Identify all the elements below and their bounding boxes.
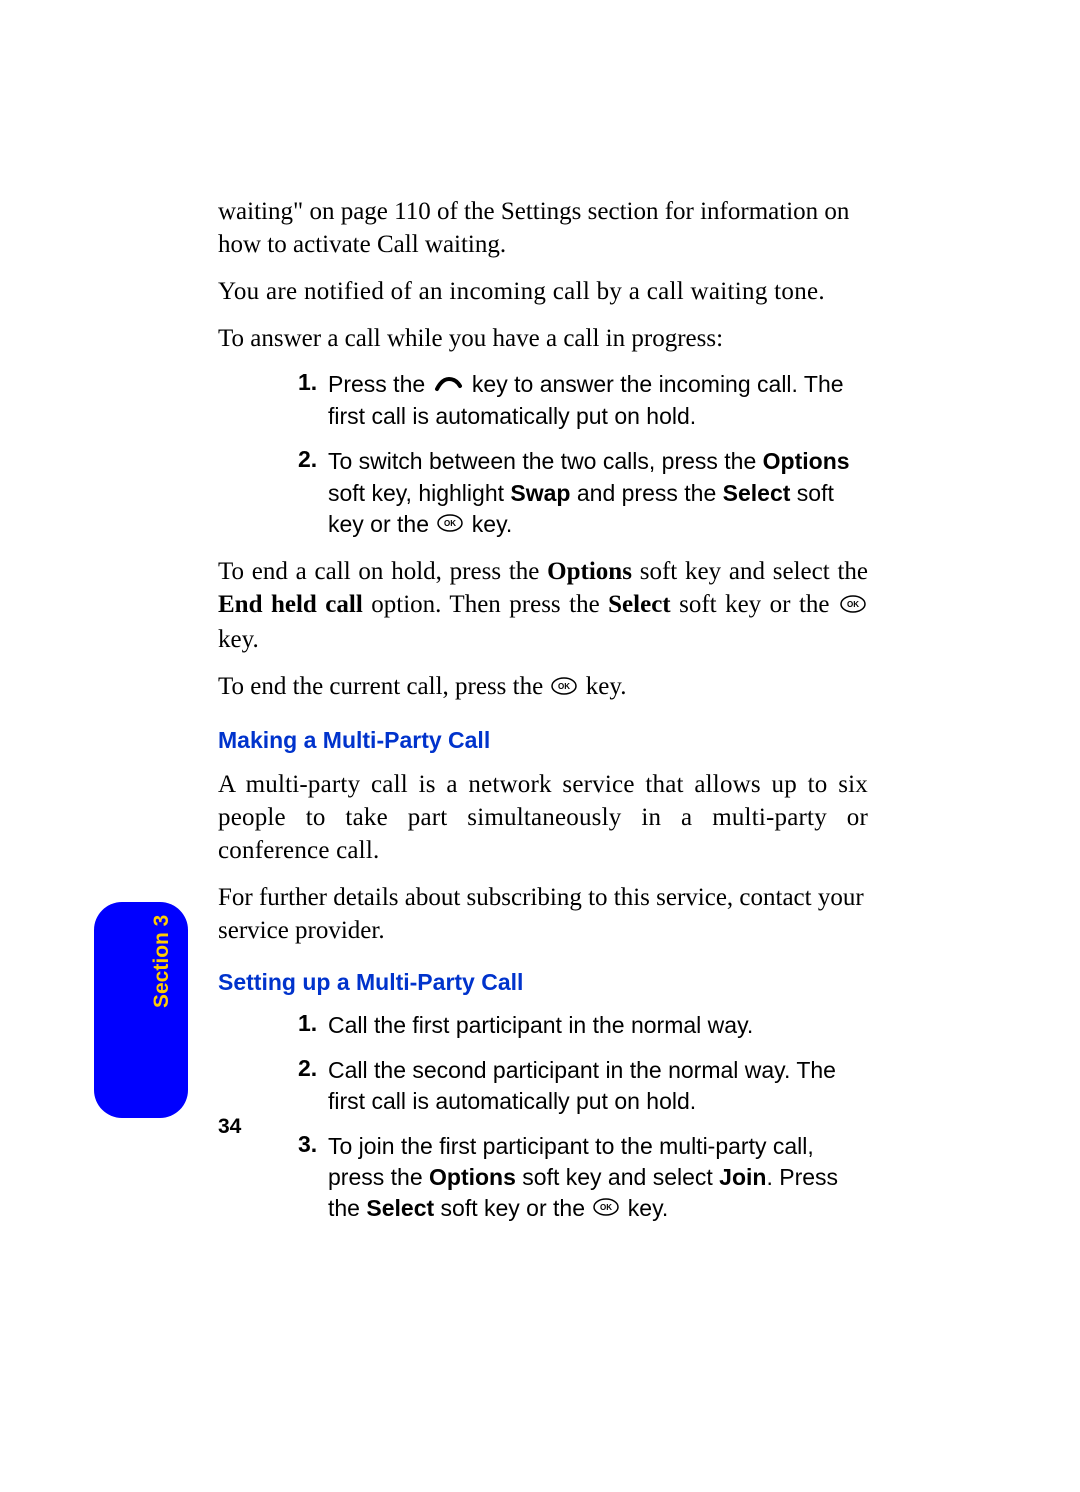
send-key-icon [434,370,464,401]
paragraph: To end the current call, press the OK ke… [218,670,868,705]
text: Call the second participant in the norma… [328,1055,868,1117]
text-bold: Join [719,1164,766,1190]
text: key. [218,626,259,653]
text: and press the [570,480,722,506]
heading: Setting up a Multi-Party Call [218,969,868,996]
paragraph: A multi-party call is a network service … [218,768,868,867]
step-number: 1. [298,1010,328,1041]
steps-list: 1. Press the key to answer the incoming … [218,369,868,541]
step-number: 2. [298,1055,328,1117]
list-item: 1. Press the key to answer the incoming … [218,369,868,432]
page-content: waiting" on page 110 of the Settings sec… [218,195,868,1239]
ok-key-icon: OK [437,509,463,540]
text: soft key or the [434,1195,591,1221]
step-number: 1. [298,369,328,432]
list-item: 2. To switch between the two calls, pres… [218,446,868,541]
text: To end a call on hold, press the [218,558,547,585]
text-bold: Swap [510,480,570,506]
text: soft key or the [671,591,838,618]
svg-text:OK: OK [558,682,570,691]
ok-key-icon: OK [593,1193,619,1224]
heading: Making a Multi-Party Call [218,727,868,754]
svg-text:OK: OK [444,519,456,528]
list-item: 2. Call the second participant in the no… [218,1055,868,1117]
steps-list: 1. Call the first participant in the nor… [218,1010,868,1226]
text-bold: Options [547,558,632,585]
text-bold: End held call [218,591,363,618]
ok-key-icon: OK [551,671,577,704]
text-bold: Options [429,1164,516,1190]
paragraph: You are notified of an incoming call by … [218,275,868,308]
text-bold: Options [763,448,850,474]
text: key. [621,1195,668,1221]
list-item: 1. Call the first participant in the nor… [218,1010,868,1041]
text: To switch between the two calls, press t… [328,448,763,474]
paragraph: For further details about subscribing to… [218,881,868,947]
svg-text:OK: OK [600,1203,612,1212]
text: Call the first participant in the normal… [328,1010,868,1041]
text: soft key and select the [632,558,868,585]
text: To end the current call, press the [218,673,549,700]
text: soft key and select [516,1164,719,1190]
paragraph: To answer a call while you have a call i… [218,322,868,355]
text-bold: Select [608,591,670,618]
text: Press the [328,371,432,397]
text-bold: Select [723,480,791,506]
text: key. [465,511,512,537]
text-bold: Select [366,1195,434,1221]
section-label: Section 3 [150,915,174,1008]
paragraph: waiting" on page 110 of the Settings sec… [218,195,868,261]
text: option. Then press the [363,591,608,618]
text: soft key, highlight [328,480,510,506]
page-number: 34 [218,1115,241,1139]
text: key. [579,673,626,700]
list-item: 3. To join the first participant to the … [218,1131,868,1226]
step-number: 3. [298,1131,328,1226]
ok-key-icon: OK [840,589,866,622]
svg-text:OK: OK [847,600,859,609]
paragraph: To end a call on hold, press the Options… [218,555,868,656]
step-number: 2. [298,446,328,541]
